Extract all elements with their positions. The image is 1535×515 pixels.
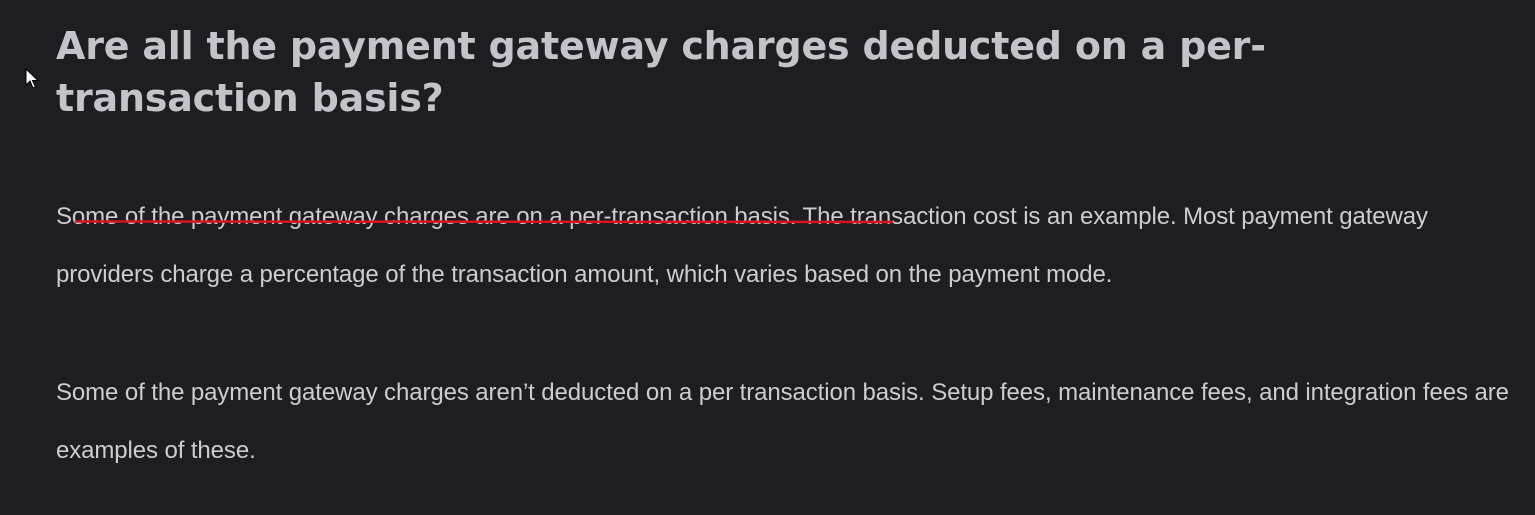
paragraph-1: Some of the payment gateway charges are … [56, 188, 1516, 304]
mouse-pointer-icon [25, 68, 39, 89]
paragraph-2: Some of the payment gateway charges aren… [56, 379, 1509, 464]
article-heading: Are all the payment gateway charges dedu… [56, 24, 1266, 120]
underlined-sentence-text: Some of the payment gateway charges are … [56, 203, 797, 230]
page: Are all the payment gateway charges dedu… [0, 0, 1535, 515]
underlined-sentence: Some of the payment gateway charges are … [56, 203, 894, 230]
article: Are all the payment gateway charges dedu… [56, 20, 1516, 480]
